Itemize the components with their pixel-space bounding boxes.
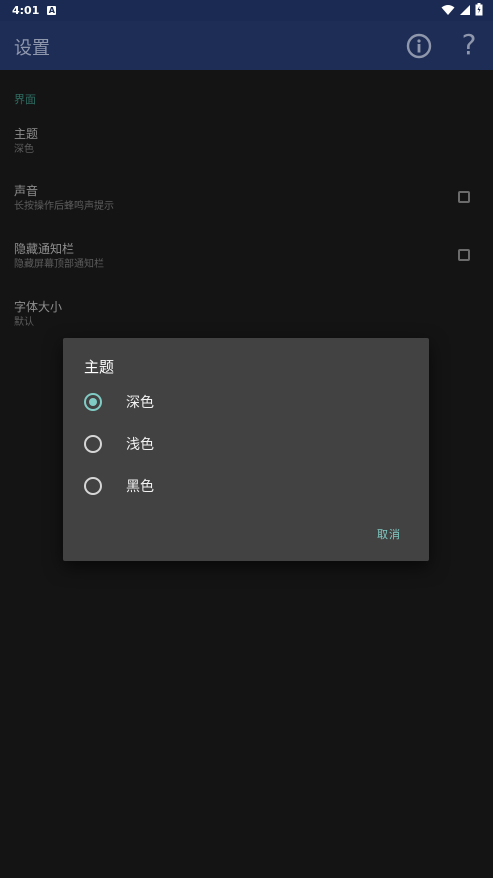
status-bar: 4:01 A bbox=[0, 0, 493, 21]
battery-icon bbox=[475, 3, 483, 16]
notification-icon: A bbox=[47, 6, 57, 15]
info-button[interactable] bbox=[406, 33, 432, 59]
status-icons bbox=[441, 3, 483, 16]
cancel-button[interactable]: 取消 bbox=[377, 526, 401, 542]
option-label: 黑色 bbox=[126, 479, 154, 495]
app-bar: 设置 ? bbox=[0, 21, 493, 70]
help-button[interactable]: ? bbox=[456, 30, 482, 60]
theme-option-dark[interactable]: 深色 bbox=[84, 386, 404, 418]
theme-option-light[interactable]: 浅色 bbox=[84, 428, 404, 460]
option-label: 深色 bbox=[126, 395, 154, 411]
theme-option-black[interactable]: 黑色 bbox=[84, 470, 404, 502]
dialog-title: 主题 bbox=[84, 358, 115, 376]
page-title: 设置 bbox=[14, 38, 50, 59]
radio-unselected-icon[interactable] bbox=[84, 477, 102, 495]
option-label: 浅色 bbox=[126, 437, 154, 453]
signal-icon bbox=[460, 4, 470, 15]
radio-unselected-icon[interactable] bbox=[84, 435, 102, 453]
wifi-icon bbox=[441, 4, 455, 15]
help-icon: ? bbox=[461, 28, 477, 61]
status-time: 4:01 bbox=[12, 4, 40, 17]
info-icon bbox=[406, 33, 432, 59]
theme-dialog: 主题 深色 浅色 黑色 取消 bbox=[63, 338, 429, 561]
radio-selected-icon[interactable] bbox=[84, 393, 102, 411]
